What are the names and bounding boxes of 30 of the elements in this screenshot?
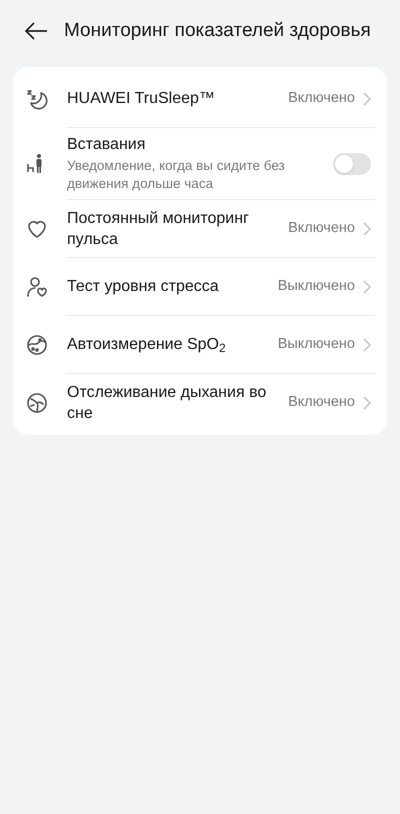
chevron-right-icon [363,396,371,410]
setting-title: Отслеживание дыхания во сне [67,383,268,424]
back-arrow-icon [24,21,48,41]
chevron-right-icon [363,338,371,352]
setting-value: Включено [288,393,355,412]
person-heart-icon [25,275,49,299]
setting-title: Автоизмерение SpO$_{2}$ [67,335,227,355]
chevron-right-icon [363,92,371,106]
settings-row[interactable]: Вставания Уведомление, когда вы сидите без движения дольше часа [25,128,375,200]
settings-row[interactable]: Отслеживание дыхания во сне Включено [25,374,375,432]
setting-title: Постоянный мониторинг пульса [67,208,250,250]
back-button[interactable] [24,21,48,41]
settings-row[interactable]: HUAWEI TruSleep™ Включено [25,70,375,128]
setting-value: Выключено [278,276,355,296]
setting-title: HUAWEI TruSleep™ [67,89,216,109]
setting-value: Включено [288,88,355,108]
setting-value: Выключено [278,334,355,354]
setting-description: Уведомление, когда вы сидите без движения дольше часа [67,157,286,193]
settings-row[interactable]: Постоянный мониторинг пульса Включено [25,200,375,258]
chevron-right-icon [363,222,371,236]
page-title: Мониторинг показателей здоровья [64,18,371,43]
setting-title: Тест уровня стресса [67,277,220,297]
sleeping-moon-icon [25,87,49,111]
setting-value: Включено [288,218,355,238]
setting-title: Вставания [67,135,146,155]
chevron-right-icon [363,280,371,294]
settings-row[interactable]: Тест уровня стресса Выключено [25,258,375,316]
settings-row[interactable]: Автоизмерение SpO$_{2}$ Выключено [25,316,375,374]
circle-bubbles-icon [25,333,49,357]
toggle-switch[interactable] [333,152,371,174]
